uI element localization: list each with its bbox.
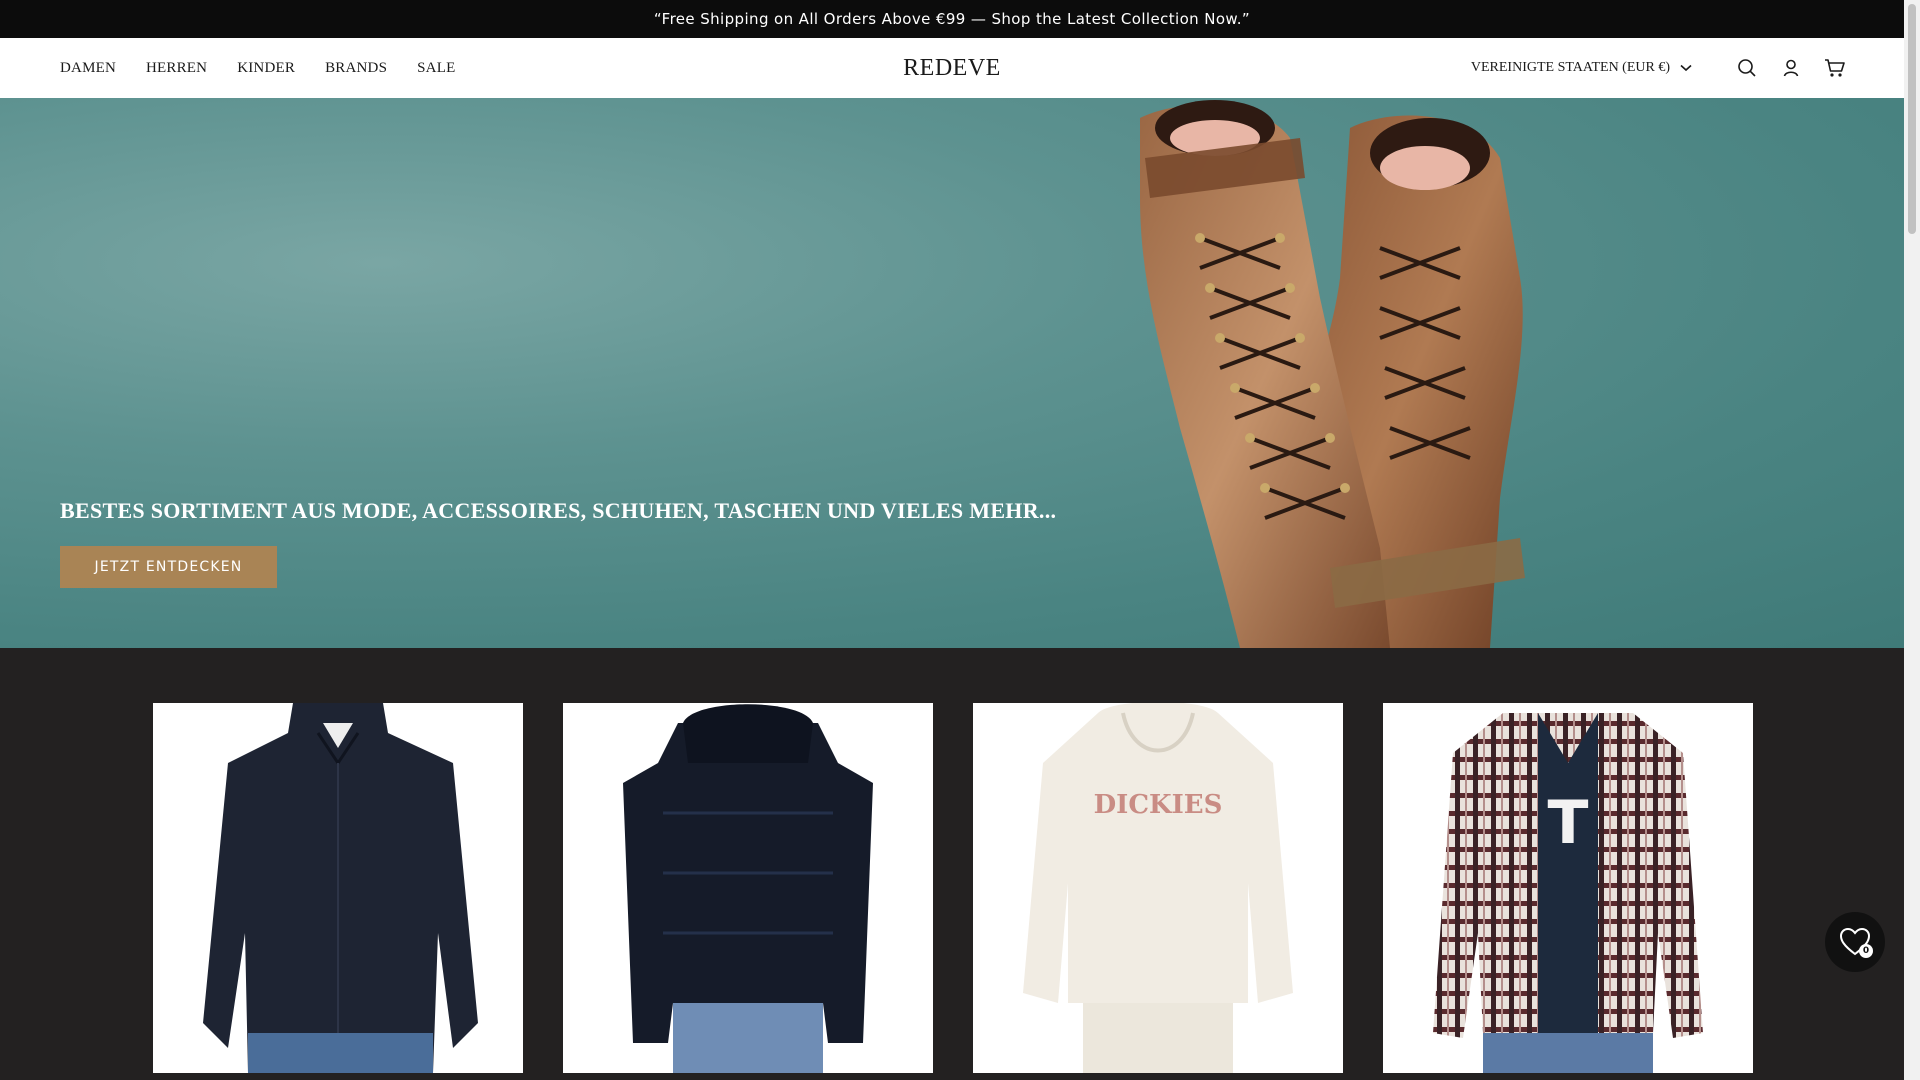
header-tools: VEREINIGTE STAATEN (EUR €)	[1471, 38, 1846, 98]
main-nav: DAMEN HERREN KINDER BRANDS SALE	[60, 38, 485, 98]
hero-boots-image	[1140, 100, 1525, 648]
announcement-bar: “Free Shipping on All Orders Above €99 —…	[0, 0, 1904, 38]
product-image: T	[1383, 703, 1753, 1073]
announcement-text: “Free Shipping on All Orders Above €99 —…	[653, 10, 1251, 28]
nav-item-kinder[interactable]: KINDER	[237, 60, 295, 77]
nav-item-brands[interactable]: BRANDS	[325, 60, 387, 77]
scrollbar-thumb[interactable]	[1908, 4, 1916, 234]
nav-item-herren[interactable]: HERREN	[146, 60, 207, 77]
product-image	[563, 703, 933, 1073]
page-scrollbar[interactable]	[1904, 0, 1920, 1080]
site-logo[interactable]: REDEVE	[903, 55, 1001, 81]
hero-banner: BESTES SORTIMENT AUS MODE, ACCESSOIRES, …	[0, 98, 1904, 648]
account-icon[interactable]	[1780, 57, 1802, 79]
tshirt-print: T	[1548, 788, 1589, 858]
nav-item-sale[interactable]: SALE	[417, 60, 455, 77]
wishlist-count: 0	[1859, 944, 1873, 958]
product-image: DICKIES	[973, 703, 1343, 1073]
product-grid: DICKIES T	[0, 648, 1904, 1080]
product-card-navy-puffer-jacket[interactable]	[563, 703, 933, 1073]
search-icon[interactable]	[1736, 57, 1758, 79]
chevron-down-icon	[1680, 64, 1692, 72]
site-header: DAMEN HERREN KINDER BRANDS SALE REDEVE V…	[0, 38, 1904, 98]
wishlist-button[interactable]: 0	[1825, 912, 1885, 972]
product-card-plaid-overshirt[interactable]: T	[1383, 703, 1753, 1073]
nav-item-damen[interactable]: DAMEN	[60, 60, 116, 77]
product-image	[153, 703, 523, 1073]
product-card-navy-zip-cardigan[interactable]	[153, 703, 523, 1073]
hero-title: BESTES SORTIMENT AUS MODE, ACCESSOIRES, …	[60, 498, 1057, 523]
product-card-cream-hoodie[interactable]: DICKIES	[973, 703, 1343, 1073]
hoodie-print: DICKIES	[1094, 790, 1223, 820]
country-selector[interactable]: VEREINIGTE STAATEN (EUR €)	[1471, 60, 1692, 76]
country-label: VEREINIGTE STAATEN (EUR €)	[1470, 60, 1670, 75]
cart-icon[interactable]	[1824, 57, 1846, 79]
explore-button[interactable]: JETZT ENTDECKEN	[60, 546, 277, 588]
